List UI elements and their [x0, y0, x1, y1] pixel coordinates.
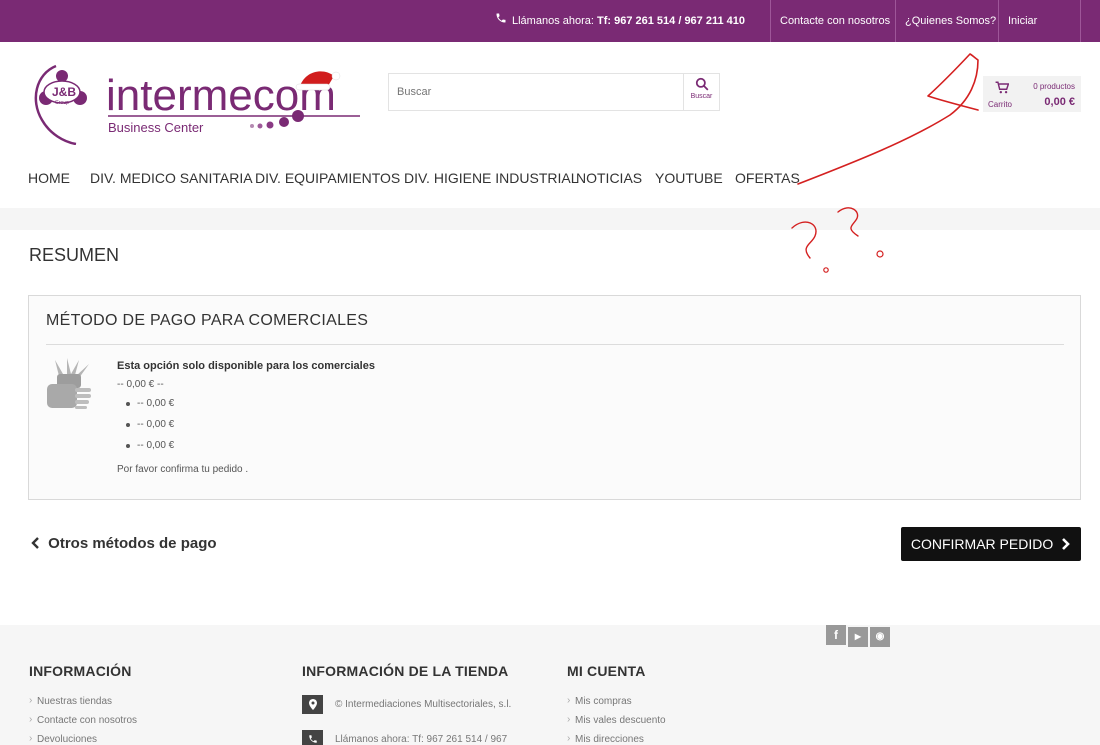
footer-info-column: INFORMACIÓN Nuestras tiendas Contacte co…	[29, 663, 137, 745]
cash-hand-icon	[45, 356, 95, 419]
breadcrumb-band	[0, 208, 1100, 230]
nav-item-medico-sanitaria[interactable]: DIV. MEDICO SANITARIA	[90, 170, 253, 186]
divider	[46, 344, 1064, 345]
about-link[interactable]: ¿Quienes Somos?	[895, 0, 1005, 42]
logo-badge: J&B	[52, 85, 76, 99]
footer-store-title: INFORMACIÓN DE LA TIENDA	[302, 663, 509, 679]
panel-title: MÉTODO DE PAGO PARA COMERCIALES	[46, 312, 369, 329]
phone-numbers: Tf: 967 261 514 / 967 211 410	[597, 15, 746, 27]
cart-label: Carrito	[988, 100, 1013, 109]
other-payment-methods-label: Otros métodos de pago	[48, 535, 217, 552]
footer: f▶◉ INFORMACIÓN Nuestras tiendas Contact…	[0, 625, 1100, 745]
footer-phone-text: Llámanos ahora: Tf: 967 261 514 / 967	[335, 733, 508, 745]
search-button[interactable]: Buscar	[683, 74, 719, 110]
list-item: -- 0,00 €	[117, 418, 375, 439]
cart-icon	[995, 81, 1010, 99]
phone-icon	[495, 0, 508, 43]
nav-item-home[interactable]: HOME	[28, 170, 70, 186]
cart-block[interactable]: Carrito 0 productos 0,00 €	[983, 76, 1081, 112]
footer-link-vouchers[interactable]: Mis vales descuento	[567, 714, 666, 734]
footer-link-orders[interactable]: Mis compras	[567, 695, 666, 715]
footer-address: © Intermediaciones Multisectoriales, s.l…	[302, 694, 511, 714]
youtube-icon[interactable]: ▶	[848, 627, 868, 647]
chevron-left-icon	[30, 535, 48, 552]
logo-tagline: Business Center	[108, 120, 204, 135]
payment-panel: MÉTODO DE PAGO PARA COMERCIALES Esta opc…	[28, 295, 1081, 500]
phone-icon	[302, 729, 323, 745]
list-item: -- 0,00 €	[117, 397, 375, 418]
instagram-icon[interactable]: ◉	[870, 627, 890, 647]
top-bar: Llámanos ahora: Tf: 967 261 514 / 967 21…	[0, 0, 1100, 70]
nav-item-youtube[interactable]: YOUTUBE	[655, 170, 723, 186]
map-marker-icon	[302, 694, 323, 714]
nav-item-ofertas[interactable]: OFERTAS	[735, 170, 800, 186]
cart-total: 0,00 €	[1044, 96, 1075, 108]
confirm-note: Por favor confirma tu pedido .	[117, 464, 249, 475]
nav-item-equipamientos[interactable]: DIV. EQUIPAMIENTOS	[255, 170, 400, 186]
footer-link-returns[interactable]: Devoluciones	[29, 733, 137, 745]
footer-info-title: INFORMACIÓN	[29, 663, 132, 679]
confirm-order-label: CONFIRMAR PEDIDO	[910, 536, 1054, 552]
site-logo[interactable]: J&B Group intermecom Business Center	[28, 60, 368, 146]
search-button-label: Buscar	[690, 93, 713, 100]
footer-link-contact[interactable]: Contacte con nosotros	[29, 714, 137, 734]
facebook-icon[interactable]: f	[826, 625, 846, 645]
search-input[interactable]	[389, 74, 679, 110]
footer-link-addresses[interactable]: Mis direcciones	[567, 733, 666, 745]
phone-info: Llámanos ahora: Tf: 967 261 514 / 967 21…	[495, 0, 745, 42]
price-list: -- 0,00 € -- 0,00 € -- 0,00 €	[117, 397, 375, 460]
price-line: -- 0,00 € --	[117, 379, 164, 390]
cart-count: 0 productos	[1033, 82, 1075, 91]
footer-phone: Llámanos ahora: Tf: 967 261 514 / 967	[302, 729, 511, 745]
contact-link[interactable]: Contacte con nosotros	[770, 0, 899, 42]
payment-note: Esta opción solo disponible para los com…	[117, 360, 375, 372]
logo-badge-sub: Group	[55, 100, 69, 106]
footer-address-text: © Intermediaciones Multisectoriales, s.l…	[335, 698, 512, 710]
footer-account-column: MI CUENTA Mis compras Mis vales descuent…	[567, 663, 666, 745]
search-icon	[695, 77, 709, 93]
payment-info: Esta opción solo disponible para los com…	[117, 360, 375, 475]
social-links: f ▶ ◉	[826, 625, 892, 647]
footer-link-stores[interactable]: Nuestras tiendas	[29, 695, 137, 715]
search-box: Buscar	[388, 73, 720, 111]
nav-item-noticias[interactable]: NOTICIAS	[576, 170, 642, 186]
login-link[interactable]: Iniciar sesión	[998, 0, 1081, 70]
confirm-order-button[interactable]: CONFIRMAR PEDIDO	[901, 527, 1081, 561]
other-payment-methods-link[interactable]: Otros métodos de pago	[30, 535, 217, 552]
list-item: -- 0,00 €	[117, 439, 375, 460]
phone-prefix: Llámanos ahora:	[512, 15, 597, 27]
footer-store-column: INFORMACIÓN DE LA TIENDA © Intermediacio…	[302, 663, 511, 745]
nav-item-higiene-industrial[interactable]: DIV. HIGIENE INDUSTRIAL	[404, 170, 579, 186]
page-title: RESUMEN	[29, 245, 120, 265]
chevron-right-icon	[1057, 536, 1071, 552]
footer-account-title: MI CUENTA	[567, 663, 646, 679]
